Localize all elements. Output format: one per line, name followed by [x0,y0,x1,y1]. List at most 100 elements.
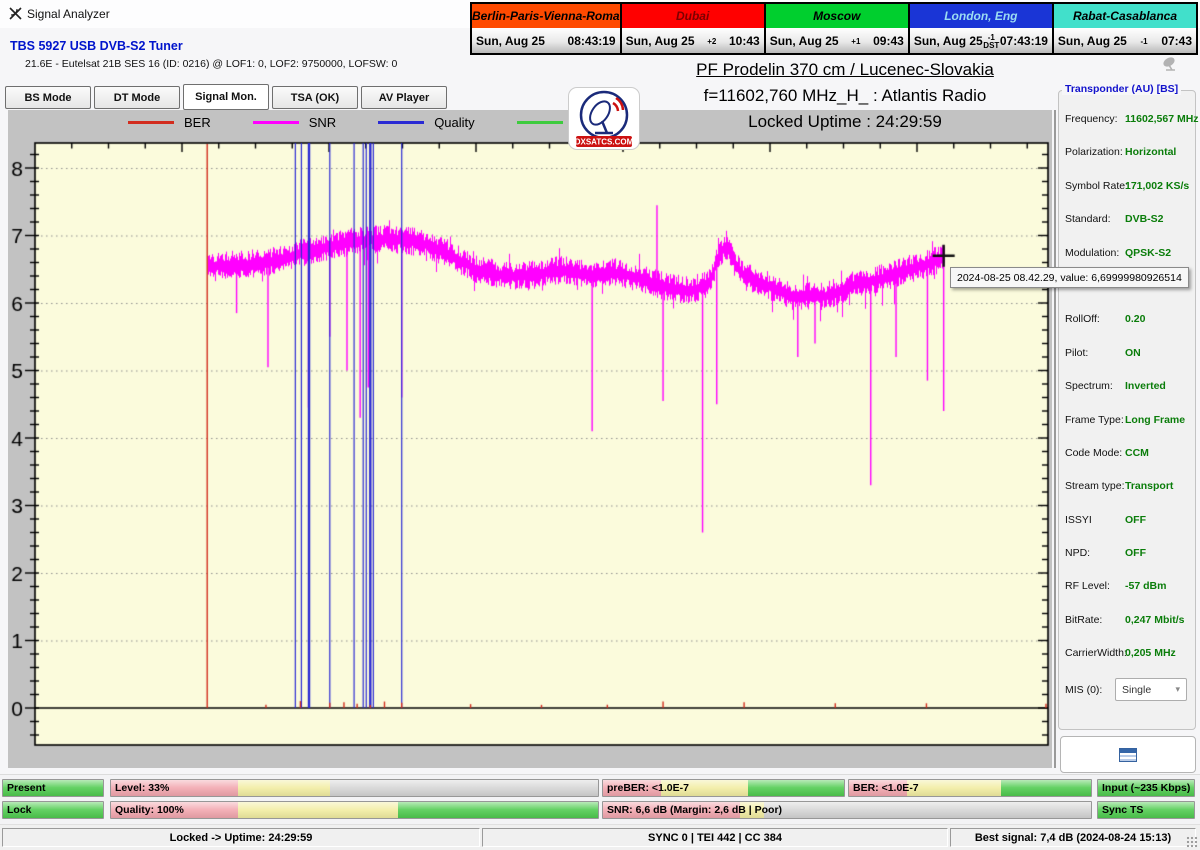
field-label: Pilot: [1065,347,1088,359]
field-value: CCM [1125,447,1149,459]
clock-5: Rabat-CasablancaSun, Aug 25-107:43 [1052,4,1196,53]
field-label: Symbol Rate: [1065,180,1128,192]
transport-stream-button[interactable] [1060,736,1196,773]
transponder-panel-title: Transponder (AU) [BS] [1062,83,1181,95]
legend-label: Quality [434,115,474,130]
bar-label-syncts: Sync TS [1102,804,1143,816]
tab-tsa-ok-[interactable]: TSA (OK) [272,86,358,109]
legend-swatch-quality [378,121,424,124]
clock-time-row: Sun, Aug 25+109:43 [766,28,908,53]
window-title: Signal Analyzer [27,7,110,21]
field-symbol-rate-: Symbol Rate:171,002 KS/s [1065,180,1191,213]
panel-divider [1054,110,1056,768]
field-label: Modulation: [1065,247,1119,259]
bar-label-ber: BER: <1.0E-7 [853,782,919,794]
mini-dish-icon [1160,56,1180,71]
clock-city-label: Rabat-Casablanca [1054,4,1196,28]
field-bitrate-: BitRate: 0,247 Mbit/s [1065,614,1191,647]
signal-chart-canvas[interactable] [8,110,1052,768]
field-label: Code Mode: [1065,447,1122,459]
chevron-down-icon: ▾ [1175,684,1180,695]
clock-3: MoscowSun, Aug 25+109:43 [764,4,908,53]
tab-dt-mode[interactable]: DT Mode [94,86,180,109]
field-label: NPD: [1065,547,1090,559]
tab-bs-mode[interactable]: BS Mode [5,86,91,109]
bar-snr: SNR: 6,6 dB (Margin: 2,6 dB | Poor) [602,801,1092,819]
field-value: 0,247 Mbit/s [1125,614,1185,626]
table-icon [1119,748,1137,762]
status-sync-counters: SYNC 0 | TEI 442 | CC 384 [482,828,948,847]
clock-utc-offset: +1 [839,36,874,46]
field-pilot-: Pilot:ON [1065,347,1191,380]
clock-utc-offset: +2 [695,36,730,46]
clock-city-label: Dubai [622,4,764,28]
clock-city-label: Berlin-Paris-Vienna-Roma [472,4,620,28]
field-value: OFF [1125,514,1146,526]
tab-signal-mon-[interactable]: Signal Mon. [183,84,269,110]
field-value: Inverted [1125,380,1166,392]
bar-label-snr: SNR: 6,6 dB (Margin: 2,6 dB | Poor) [607,804,782,816]
field-label: ISSYI [1065,514,1092,526]
field-stream-type-: Stream type:Transport [1065,480,1191,513]
legend-label: SNR [309,115,336,130]
field-value: QPSK-S2 [1125,247,1171,259]
tuner-name: TBS 5927 USB DVB-S2 Tuner [10,39,183,53]
clock-date: Sun, Aug 25 [476,34,545,48]
field-rolloff-: RollOff: 0.20 [1065,313,1191,346]
mis-label: MIS (0): [1065,684,1102,696]
bar-segment-yellow [907,780,1001,796]
field-label: RollOff: [1065,313,1100,325]
chart-tooltip: 2024-08-25 08.42.29, value: 6,6999998092… [950,267,1189,288]
clock-time-value: 08:43:19 [568,34,616,48]
bar-label-level: Level: 33% [115,782,169,794]
chart-container [8,110,1052,768]
field-rf-level-: RF Level:-57 dBm [1065,580,1191,613]
svg-text:DXSATCS.COM: DXSATCS.COM [575,138,634,147]
field-value: 171,002 KS/s [1125,180,1189,192]
clock-utc-offset: -1 [1127,36,1162,46]
clock-2: Dubai Sun, Aug 25+210:43 [620,4,764,53]
tuner-details: 21.6E - Eutelsat 21B SES 16 (ID: 0216) @… [25,58,397,70]
field-label: BitRate: [1065,614,1102,626]
bar-syncts: Sync TS [1097,801,1195,819]
bar-segment-gray [764,802,1091,818]
resize-grip[interactable] [1186,836,1198,848]
bar-quality: Quality: 100% [110,801,599,819]
site-title: PF Prodelin 370 cm / Lucenec-Slovakia [560,60,1130,80]
clock-utc-offset [545,40,568,42]
world-clocks: Berlin-Paris-Vienna-Roma Sun, Aug 25 08:43… [470,2,1198,55]
tab-av-player[interactable]: AV Player [361,86,447,109]
field-label: Standard: [1065,213,1111,225]
clock-time-value: 10:43 [729,34,760,48]
clock-time-value: 07:43:19 [1000,34,1048,48]
locked-uptime: Locked Uptime : 24:29:59 [560,112,1130,132]
clock-date: Sun, Aug 25 [626,34,695,48]
clock-date: Sun, Aug 25 [1058,34,1127,48]
field-spectrum-: Spectrum: Inverted [1065,380,1191,413]
bar-segment-green [398,802,598,818]
status-best-signal: Best signal: 7,4 dB (2024-08-24 15:13) [950,828,1196,847]
chart-legend: BERSNRQualityLevel [128,115,604,130]
mis-dropdown[interactable]: Single ▾ [1115,678,1187,701]
bar-label-input: Input (~235 Kbps) [1102,782,1190,794]
bar-label-lock: Lock [7,804,32,816]
bar-segment-yellow [238,802,399,818]
field-npd-: NPD:OFF [1065,547,1191,580]
field-issyi: ISSYI OFF [1065,514,1191,547]
clock-time-row: Sun, Aug 25 08:43:19 [472,28,620,53]
field-label: RF Level: [1065,580,1110,592]
legend-swatch-ber [128,121,174,124]
field-label: Polarization: [1065,146,1123,158]
legend-item-snr: SNR [253,115,336,130]
field-standard-: Standard:DVB-S2 [1065,213,1191,246]
field-label: Spectrum: [1065,380,1113,392]
clock-time-row: Sun, Aug 25-107:43 [1054,28,1196,53]
field-value: Horizontal [1125,146,1176,158]
frequency-title: f=11602,760 MHz_H_ : Atlantis Radio [560,86,1130,106]
field-value: 0,205 MHz [1125,647,1176,659]
field-value: 0.20 [1125,313,1145,325]
bar-segment-yellow [238,780,331,796]
clock-utc-offset: -1DST [983,32,1000,50]
signal-analyzer-window: Signal Analyzer Berlin-Paris-Vienna-Roma… [0,0,1200,850]
dxsatcs-logo: DXSATCS.COM [569,88,639,149]
